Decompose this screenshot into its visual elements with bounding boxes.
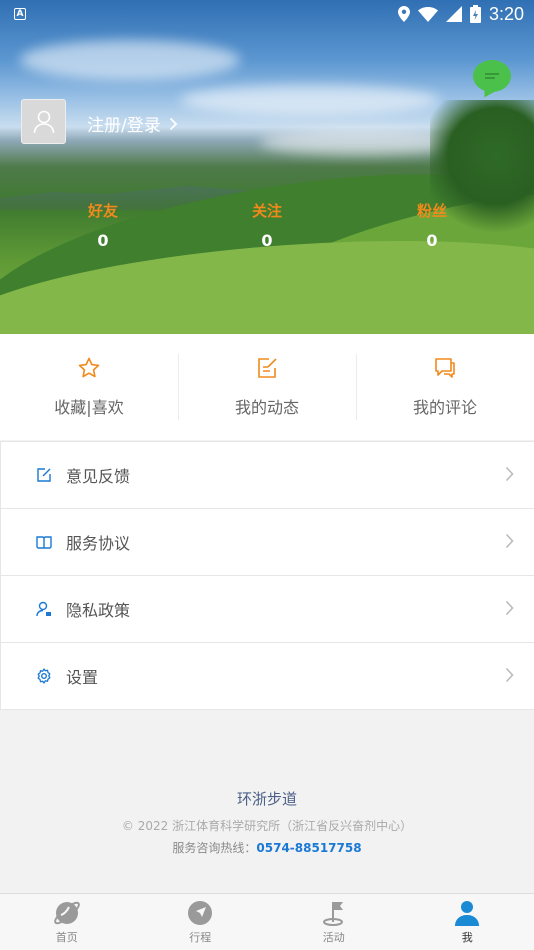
- footer: 环浙步道 © 2022 浙江体育科学研究所（浙江省反兴奋剂中心） 服务咨询热线：…: [0, 788, 534, 856]
- tab-label: 我: [461, 931, 473, 944]
- stat-friends[interactable]: 好友 0: [63, 200, 143, 250]
- login-register-link[interactable]: 注册/登录: [87, 111, 178, 136]
- status-bar: A 3:20: [0, 0, 534, 28]
- quick-actions: 收藏|喜欢 我的动态 我的评论: [0, 334, 534, 440]
- my-posts-button[interactable]: 我的动态: [178, 334, 356, 440]
- chevron-right-icon: [505, 667, 514, 683]
- copyright-text: © 2022 浙江体育科学研究所（浙江省反兴奋剂中心）: [121, 819, 413, 833]
- my-comments-button[interactable]: 我的评论: [356, 334, 534, 440]
- location-icon: [397, 6, 410, 22]
- menu-label: 设置: [66, 668, 99, 687]
- cloud: [20, 40, 240, 80]
- menu-item-service-agreement[interactable]: 服务协议: [1, 509, 534, 576]
- bottom-tab-bar: 首页 行程 活动 我: [0, 893, 534, 950]
- person-icon: [455, 901, 480, 926]
- wifi-icon: [417, 6, 438, 22]
- stat-label: 好友: [87, 202, 118, 220]
- favorites-button[interactable]: 收藏|喜欢: [0, 334, 178, 440]
- chevron-right-icon: [505, 533, 514, 549]
- cloud: [180, 85, 440, 115]
- tab-itinerary[interactable]: 行程: [134, 894, 268, 950]
- tab-label: 活动: [322, 931, 345, 944]
- stat-value: 0: [426, 231, 438, 250]
- book-icon: [35, 533, 53, 551]
- signal-icon: [445, 6, 462, 22]
- header-hero-image: [0, 0, 534, 334]
- hotline-label: 服务咨询热线：: [172, 841, 257, 855]
- compass-icon: [188, 901, 213, 925]
- menu-item-feedback[interactable]: 意见反馈: [1, 442, 534, 509]
- stat-label: 关注: [251, 202, 282, 220]
- tab-label: 行程: [189, 931, 212, 944]
- stat-following[interactable]: 关注 0: [227, 200, 307, 250]
- stat-followers[interactable]: 粉丝 0: [392, 200, 472, 250]
- login-register-label: 注册/登录: [87, 116, 161, 136]
- comment-icon: [435, 358, 455, 378]
- app-name: 环浙步道: [236, 790, 297, 808]
- feedback-icon: [35, 466, 53, 484]
- gear-icon: [35, 667, 53, 685]
- hotline-number-link[interactable]: 0574-88517758: [256, 841, 361, 855]
- stat-value: 0: [97, 231, 109, 250]
- menu-item-privacy-policy[interactable]: 隐私政策: [1, 576, 534, 643]
- hotline: 服务咨询热线：0574-88517758: [0, 839, 534, 856]
- menu-label: 隐私政策: [66, 601, 131, 620]
- edit-note-icon: [258, 358, 277, 378]
- stat-label: 粉丝: [416, 202, 447, 220]
- status-time: 3:20: [488, 3, 524, 24]
- chat-icon: [485, 73, 499, 79]
- message-button[interactable]: [473, 60, 511, 92]
- flag-icon: [322, 902, 343, 926]
- action-label: 我的评论: [412, 398, 477, 417]
- battery-charging-icon: [469, 5, 481, 23]
- home-planet-icon: [53, 901, 80, 925]
- chevron-right-icon: [169, 117, 178, 130]
- menu-item-settings[interactable]: 设置: [1, 643, 534, 710]
- notification-icon: A: [14, 8, 26, 20]
- user-privacy-icon: [35, 600, 53, 618]
- menu-label: 服务协议: [66, 534, 131, 553]
- settings-menu: 意见反馈 服务协议 隐私政策 设置: [0, 441, 534, 710]
- user-icon: [33, 110, 54, 133]
- stat-value: 0: [261, 231, 273, 250]
- menu-label: 意见反馈: [66, 467, 131, 486]
- tab-label: 首页: [55, 931, 78, 944]
- star-icon: [78, 357, 100, 378]
- avatar[interactable]: [21, 99, 66, 144]
- action-label: 收藏|喜欢: [54, 398, 124, 417]
- chevron-right-icon: [505, 466, 514, 482]
- chevron-right-icon: [505, 600, 514, 616]
- tab-me[interactable]: 我: [401, 894, 534, 950]
- tab-activities[interactable]: 活动: [267, 894, 401, 950]
- tab-home[interactable]: 首页: [0, 894, 134, 950]
- action-label: 我的动态: [234, 398, 299, 417]
